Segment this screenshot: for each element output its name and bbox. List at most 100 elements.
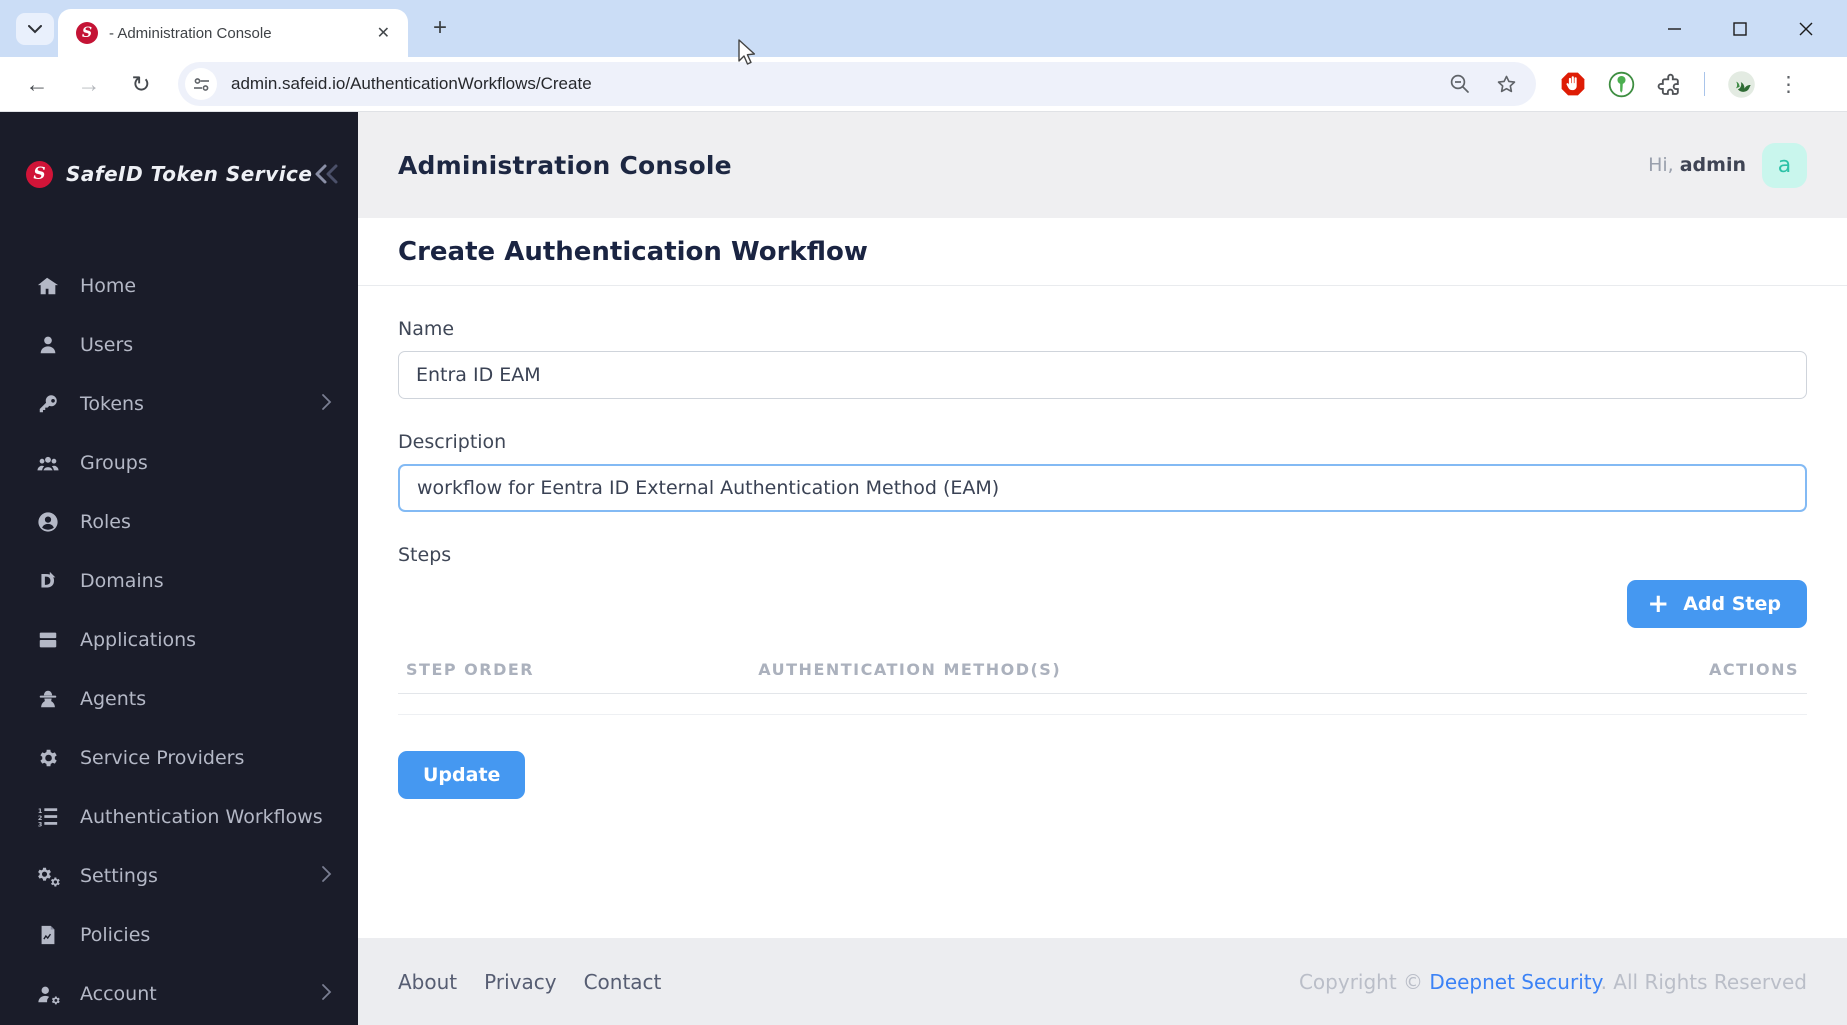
maximize-button[interactable] [1707,0,1773,57]
browser-menu-button[interactable]: ⋮ [1778,72,1799,97]
brand-name: SafeID Token Service [66,162,313,186]
forward-button[interactable]: → [72,67,106,101]
url-text[interactable]: admin.safeid.io/AuthenticationWorkflows/… [231,74,592,94]
copyright-prefix: Copyright © [1298,969,1430,994]
domain-icon: D [36,569,60,593]
sidebar-item-agents[interactable]: Agents [0,669,358,728]
sidebar-item-label: Policies [80,923,151,946]
role-person-circle-icon [36,510,60,534]
new-tab-button[interactable]: + [424,12,456,44]
table-row [398,693,1807,715]
sidebar-item-settings[interactable]: Settings [0,846,358,905]
sidebar-item-label: Settings [80,864,158,887]
sidebar-item-policies[interactable]: Policies [0,905,358,964]
steps-table: STEP ORDER AUTHENTICATION METHOD(S) ACTI… [398,644,1807,715]
chevron-right-icon [320,393,332,415]
safeid-favicon-icon: S [76,22,98,44]
column-header-step-order: STEP ORDER [398,644,751,694]
window-controls [1641,0,1839,57]
description-input[interactable] [398,464,1807,512]
brand: S SafeID Token Service [0,144,358,204]
svg-text:3: 3 [38,820,42,827]
minimize-button[interactable] [1641,0,1707,57]
page-head: Create Authentication Workflow [358,218,1847,286]
tab-search-button[interactable] [16,13,54,45]
browser-toolbar: ← → ↻ admin.safeid.io/AuthenticationWork… [0,57,1847,112]
zoom-out-icon[interactable] [1449,73,1471,95]
extensions-puzzle-icon[interactable] [1657,72,1682,97]
sidebar-item-label: Tokens [80,392,144,415]
name-input[interactable] [398,351,1807,399]
sidebar-item-label: Domains [80,569,164,592]
sidebar-item-label: Authentication Workflows [80,805,323,828]
app-title: Administration Console [398,150,732,180]
minimize-icon [1667,28,1681,30]
plus-icon: + [1647,589,1670,619]
sidebar-item-home[interactable]: Home [0,256,358,315]
sidebar-item-groups[interactable]: Groups [0,433,358,492]
policy-document-icon [36,923,60,947]
numbered-list-icon: 123 [36,805,60,829]
greeting: Hi, admin [1648,154,1746,176]
user-avatar[interactable]: a [1762,142,1807,188]
footer-link-privacy[interactable]: Privacy [484,970,556,994]
sidebar-item-label: Home [80,274,137,297]
browser-window: S - Administration Console ✕ + ← → ↻ adm… [0,0,1847,1025]
tune-icon [193,77,209,91]
add-step-button[interactable]: + Add Step [1627,580,1807,628]
copyright-suffix: . All Rights Reserved [1600,969,1807,994]
greeting-prefix: Hi, [1648,154,1680,176]
column-header-actions: ACTIONS [1525,644,1807,694]
page-title: Create Authentication Workflow [398,236,868,267]
sidebar-item-service-providers[interactable]: Service Providers [0,728,358,787]
sidebar-item-tokens[interactable]: Tokens [0,374,358,433]
tab-close-icon[interactable]: ✕ [373,21,394,45]
site-settings-button[interactable] [185,68,217,100]
keepass-extension-icon[interactable] [1608,71,1635,98]
chevron-right-icon [320,865,332,887]
safeid-logo-icon: S [26,160,53,188]
sidebar-item-domains[interactable]: D Domains [0,551,358,610]
main-area: Administration Console Hi, admin a Creat… [358,112,1847,1025]
workflow-form: Name Description Steps + Add Step STEP OR… [358,318,1847,715]
update-button[interactable]: Update [398,751,526,799]
bookmark-star-icon[interactable] [1495,73,1518,96]
footer-link-contact[interactable]: Contact [584,970,662,994]
footer-link-about[interactable]: About [398,970,457,994]
sidebar-item-applications[interactable]: Applications [0,610,358,669]
sidebar-item-label: Roles [80,510,131,533]
svg-text:D: D [40,571,55,592]
username: admin [1679,154,1746,176]
sidebar-item-label: Agents [80,687,147,710]
extensions-area: ⋮ [1560,70,1799,99]
description-label: Description [398,431,507,453]
sidebar-item-users[interactable]: Users [0,315,358,374]
close-window-button[interactable] [1773,0,1839,57]
maximize-icon [1733,21,1747,36]
adblock-extension-icon[interactable] [1560,71,1586,97]
sidebar-item-label: Groups [80,451,148,474]
key-icon [36,392,60,416]
account-gear-icon [36,982,60,1006]
sidebar-item-authentication-workflows[interactable]: 123 Authentication Workflows [0,787,358,846]
sidebar-item-label: Users [80,333,134,356]
app-header: Administration Console Hi, admin a [358,112,1847,218]
reload-button[interactable]: ↻ [124,67,158,101]
footer: About Privacy Contact Copyright © Deepne… [358,938,1847,1025]
browser-tab[interactable]: S - Administration Console ✕ [58,9,408,57]
name-label: Name [398,318,455,340]
back-button[interactable]: ← [20,67,54,101]
double-chevron-left-icon [315,164,338,184]
add-step-label: Add Step [1683,593,1781,615]
app-frame: S SafeID Token Service Home Users Tokens… [0,112,1847,1025]
profile-avatar-icon[interactable] [1727,70,1756,99]
sidebar-collapse-button[interactable] [312,163,342,185]
sidebar-item-roles[interactable]: Roles [0,492,358,551]
titlebar: S - Administration Console ✕ + [0,0,1847,57]
gear-icon [36,746,60,770]
sidebar-item-account[interactable]: Account [0,964,358,1023]
copyright-link[interactable]: Deepnet Security [1429,970,1600,994]
close-icon [1799,22,1813,35]
agent-icon [36,687,60,711]
address-bar[interactable]: admin.safeid.io/AuthenticationWorkflows/… [178,62,1536,106]
